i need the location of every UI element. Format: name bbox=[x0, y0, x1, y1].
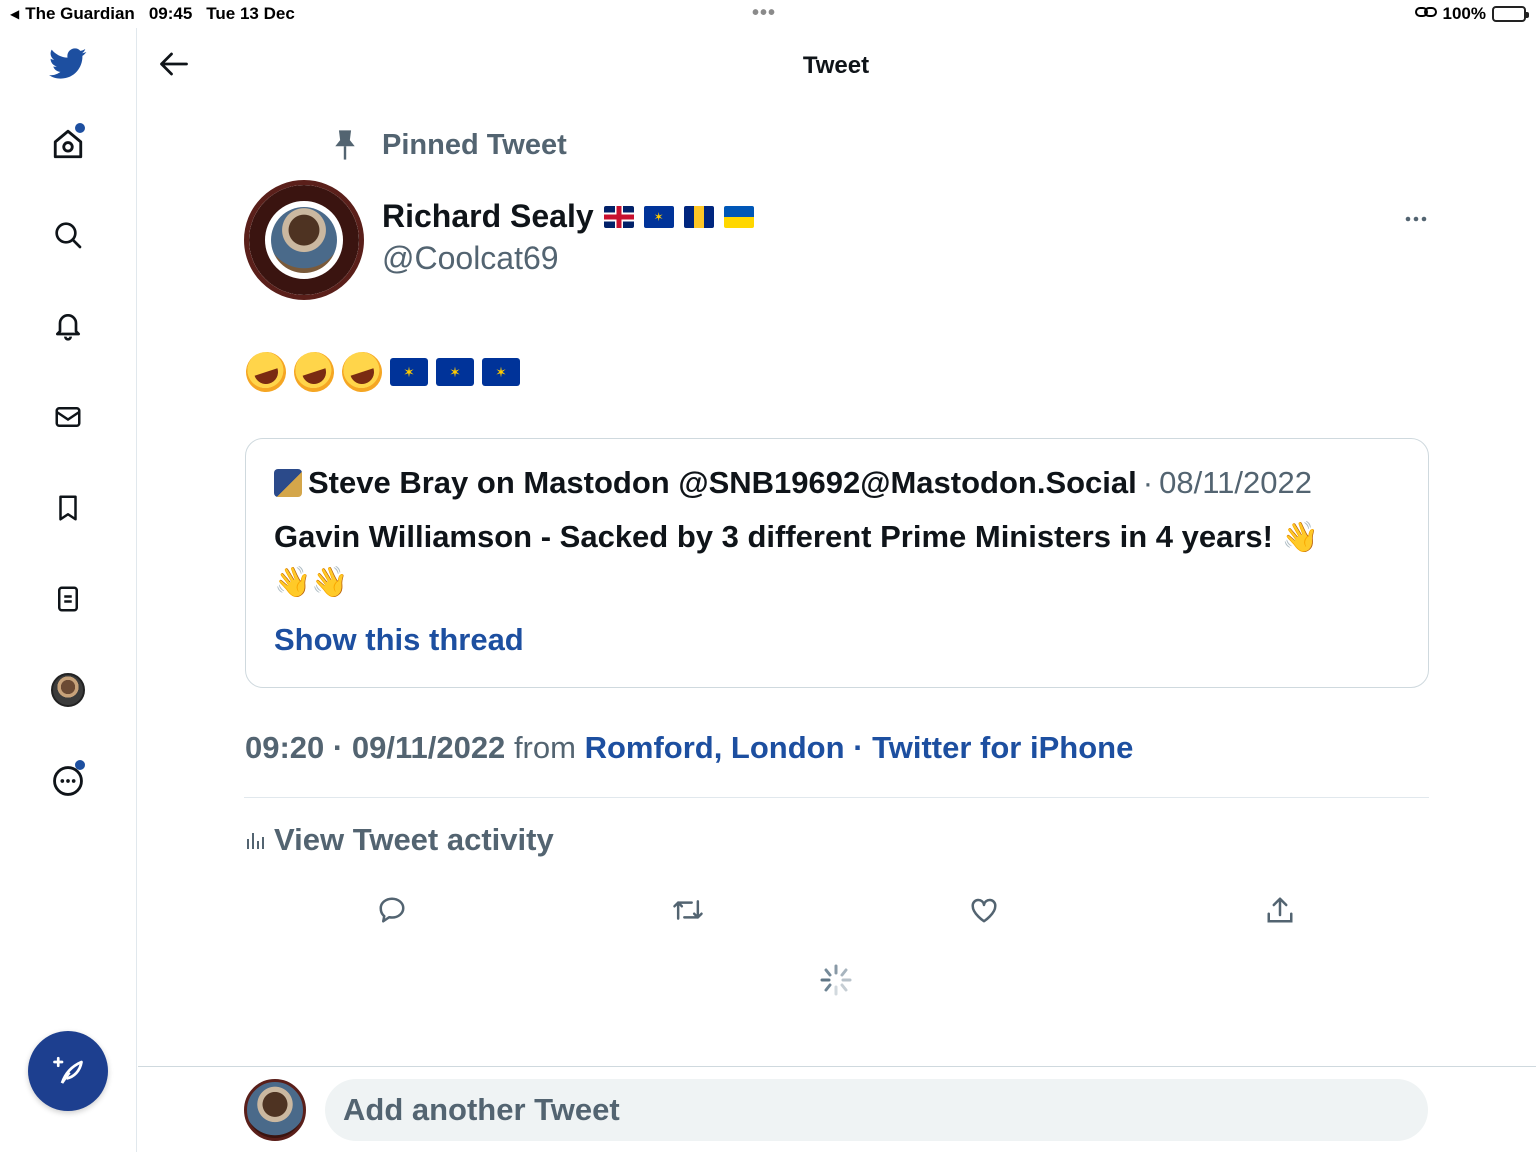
eu-flag-icon bbox=[390, 358, 428, 386]
reply-composer-bar: Add another Tweet bbox=[138, 1066, 1536, 1152]
sidebar-item-lists[interactable] bbox=[48, 579, 88, 619]
sidebar-item-profile[interactable] bbox=[48, 670, 88, 710]
status-bar: ◀ The Guardian 09:45 Tue 13 Dec ••• 100% bbox=[0, 0, 1536, 28]
link-icon bbox=[1414, 4, 1437, 24]
back-app-label[interactable]: The Guardian bbox=[25, 4, 135, 24]
quoted-author-avatar bbox=[274, 469, 302, 497]
avatar[interactable] bbox=[244, 1079, 306, 1141]
sidebar-item-explore[interactable] bbox=[48, 215, 88, 255]
author-name[interactable]: Richard Sealy bbox=[382, 198, 594, 235]
like-button[interactable] bbox=[964, 890, 1004, 930]
status-date: Tue 13 Dec bbox=[206, 4, 295, 23]
reply-button[interactable] bbox=[372, 890, 412, 930]
sidebar-item-more[interactable] bbox=[48, 760, 88, 801]
heart-icon bbox=[971, 898, 997, 923]
compose-tweet-button[interactable] bbox=[28, 1031, 108, 1111]
sidebar bbox=[0, 28, 137, 1152]
quoted-author: Steve Bray on Mastodon @SNB19692@Mastodo… bbox=[308, 465, 1137, 500]
bookmark-icon bbox=[59, 495, 77, 521]
battery-icon bbox=[1492, 6, 1529, 22]
view-tweet-activity-button[interactable]: View Tweet activity bbox=[246, 822, 554, 858]
home-notification-dot bbox=[75, 123, 85, 133]
uk-flag-icon bbox=[603, 205, 634, 228]
tweet-location-link[interactable]: Romford, London bbox=[585, 730, 845, 765]
quoted-date: 08/11/2022 bbox=[1159, 465, 1312, 500]
view-tweet-activity-label[interactable]: View Tweet activity bbox=[274, 822, 554, 858]
quoted-tweet-card[interactable]: Steve Bray on Mastodon @SNB19692@Mastodo… bbox=[245, 438, 1429, 688]
sidebar-item-home[interactable] bbox=[48, 123, 88, 164]
author-avatar[interactable] bbox=[244, 180, 364, 300]
page-title: Tweet bbox=[802, 52, 870, 79]
bell-icon bbox=[56, 314, 80, 341]
ellipsis-icon bbox=[1405, 216, 1427, 222]
tweet-date[interactable]: 09/11/2022 bbox=[352, 730, 505, 765]
back-to-app-icon[interactable]: ◀ bbox=[10, 7, 19, 21]
status-time: 09:45 bbox=[148, 4, 193, 23]
barbados-flag-icon bbox=[683, 205, 714, 228]
analytics-bars-icon bbox=[247, 833, 264, 849]
tweet-client-link[interactable]: Twitter for iPhone bbox=[872, 730, 1133, 765]
show-thread-link[interactable]: Show this thread bbox=[274, 622, 524, 658]
avatar bbox=[51, 673, 85, 707]
author-name-row[interactable]: Richard Sealy bbox=[382, 198, 754, 235]
ukraine-flag-icon bbox=[723, 205, 754, 228]
waving-hand-emoji-icon: 👋 bbox=[1281, 521, 1319, 554]
tweet-text bbox=[240, 346, 520, 398]
loading-spinner-icon bbox=[818, 962, 854, 998]
pin-icon bbox=[335, 130, 355, 160]
eu-flag-icon bbox=[643, 205, 674, 228]
battery-percent: 100% bbox=[1442, 4, 1486, 23]
sidebar-item-messages[interactable] bbox=[48, 397, 88, 437]
pinned-label: Pinned Tweet bbox=[382, 128, 567, 161]
pinned-indicator: Pinned Tweet bbox=[330, 128, 567, 162]
more-notification-dot bbox=[75, 760, 85, 770]
multitasking-dots-icon[interactable]: ••• bbox=[752, 2, 776, 25]
retweet-icon bbox=[673, 900, 703, 920]
tweet-from: from bbox=[513, 730, 576, 765]
divider bbox=[244, 797, 1429, 798]
add-another-tweet-input[interactable]: Add another Tweet bbox=[325, 1079, 1428, 1141]
author-handle[interactable]: @Coolcat69 bbox=[382, 240, 559, 277]
search-icon bbox=[55, 222, 82, 249]
rolling-laughing-emoji-icon bbox=[240, 346, 292, 398]
tweet-meta: 09:20 · 09/11/2022 from Romford, London … bbox=[245, 730, 1134, 765]
share-upload-icon bbox=[1267, 897, 1293, 923]
compose-feather-icon bbox=[53, 1056, 83, 1084]
retweet-button[interactable] bbox=[668, 890, 708, 930]
quoted-separator: · bbox=[1142, 465, 1154, 500]
eu-flag-icon bbox=[482, 358, 520, 386]
sidebar-item-notifications[interactable] bbox=[48, 306, 88, 346]
lists-icon bbox=[58, 586, 78, 612]
tweet-more-button[interactable] bbox=[1396, 205, 1436, 233]
eu-flag-icon bbox=[436, 358, 474, 386]
rolling-laughing-emoji-icon bbox=[288, 346, 340, 398]
sidebar-item-bookmarks[interactable] bbox=[48, 488, 88, 528]
reply-bubble-icon bbox=[379, 897, 405, 923]
quoted-text: Gavin Williamson - Sacked by 3 different… bbox=[274, 519, 1273, 554]
quoted-tweet-header: Steve Bray on Mastodon @SNB19692@Mastodo… bbox=[274, 465, 1312, 501]
waving-hand-emoji-icon: 👋 bbox=[311, 566, 349, 599]
quoted-tweet-text: Gavin Williamson - Sacked by 3 different… bbox=[274, 515, 1384, 605]
tweet-time[interactable]: 09:20 bbox=[245, 730, 324, 765]
rolling-laughing-emoji-icon bbox=[336, 346, 388, 398]
waving-hand-emoji-icon: 👋 bbox=[274, 566, 312, 599]
share-button[interactable] bbox=[1260, 890, 1300, 930]
mail-icon bbox=[55, 407, 81, 427]
